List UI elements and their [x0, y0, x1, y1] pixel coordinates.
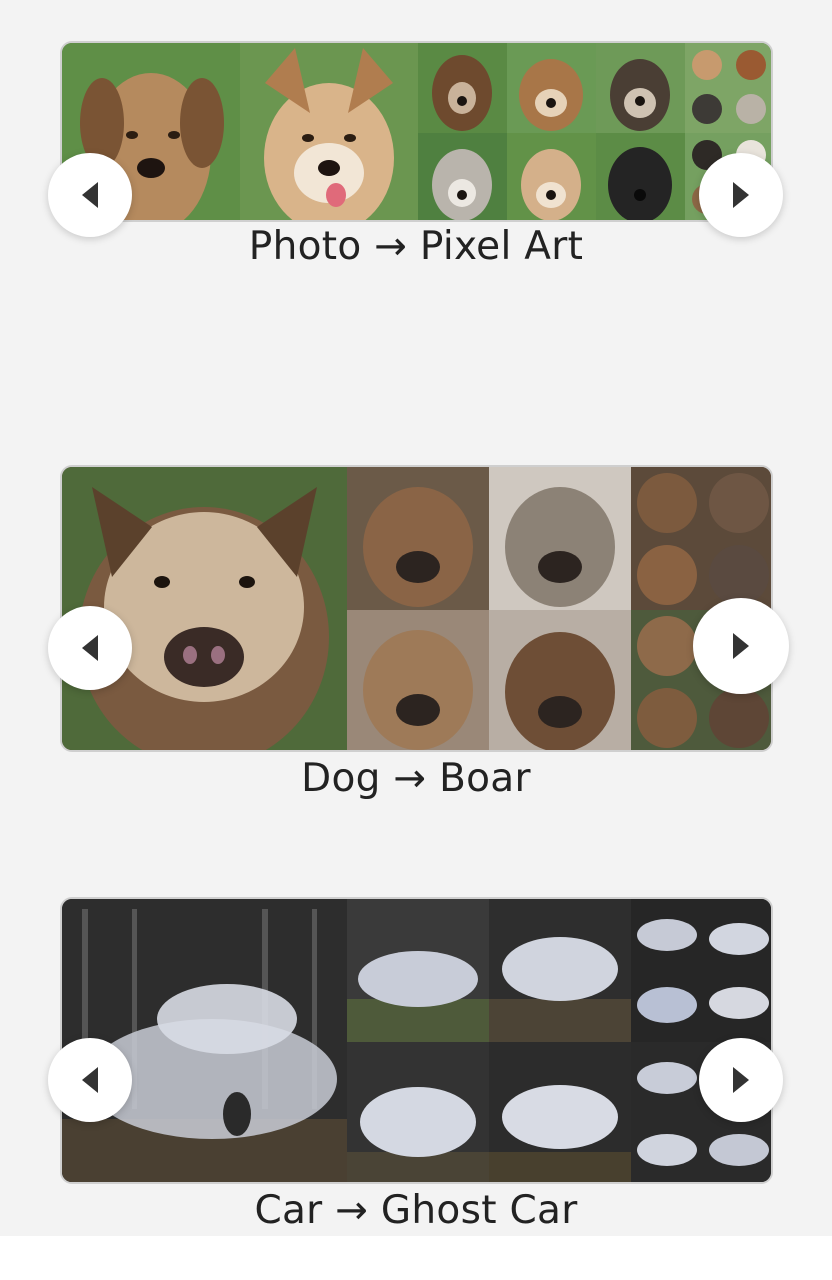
gallery-page: Photo → Pixel Art Dog → Boar Car → Ghost…: [0, 0, 832, 1280]
dog-image: [240, 43, 418, 220]
image-strip: [60, 897, 773, 1184]
carousel-caption: Dog → Boar: [301, 756, 531, 801]
prev-button[interactable]: [48, 606, 132, 690]
ghost-car-image: [489, 1042, 631, 1182]
ghost-car-image: [489, 899, 631, 1042]
prev-button[interactable]: [48, 153, 132, 237]
chevron-right-icon: [733, 633, 749, 659]
dog-image: [507, 43, 596, 133]
dog-image: [418, 133, 507, 220]
dog-image: [596, 133, 685, 220]
dog-image: [596, 43, 685, 133]
image-strip: [60, 465, 773, 752]
dog-image: [418, 43, 507, 133]
chevron-right-icon: [733, 182, 749, 208]
boar-image: [347, 610, 489, 750]
next-button[interactable]: [699, 153, 783, 237]
dog-image: [685, 43, 771, 133]
chevron-right-icon: [733, 1067, 749, 1093]
boar-image: [489, 467, 631, 610]
chevron-left-icon: [82, 635, 98, 661]
chevron-left-icon: [82, 1067, 98, 1093]
next-button[interactable]: [693, 598, 789, 694]
ghost-car-image: [347, 899, 489, 1042]
boar-image: [631, 467, 771, 610]
next-button[interactable]: [699, 1038, 783, 1122]
prev-button[interactable]: [48, 1038, 132, 1122]
dog-image: [507, 133, 596, 220]
bottom-bar: [0, 1236, 832, 1280]
image-strip: [60, 41, 773, 222]
boar-image: [347, 467, 489, 610]
carousel-caption: Car → Ghost Car: [254, 1188, 578, 1233]
boar-image: [489, 610, 631, 750]
carousel-caption: Photo → Pixel Art: [248, 224, 584, 269]
chevron-left-icon: [82, 182, 98, 208]
ghost-car-image: [631, 899, 771, 1042]
ghost-car-image: [347, 1042, 489, 1182]
